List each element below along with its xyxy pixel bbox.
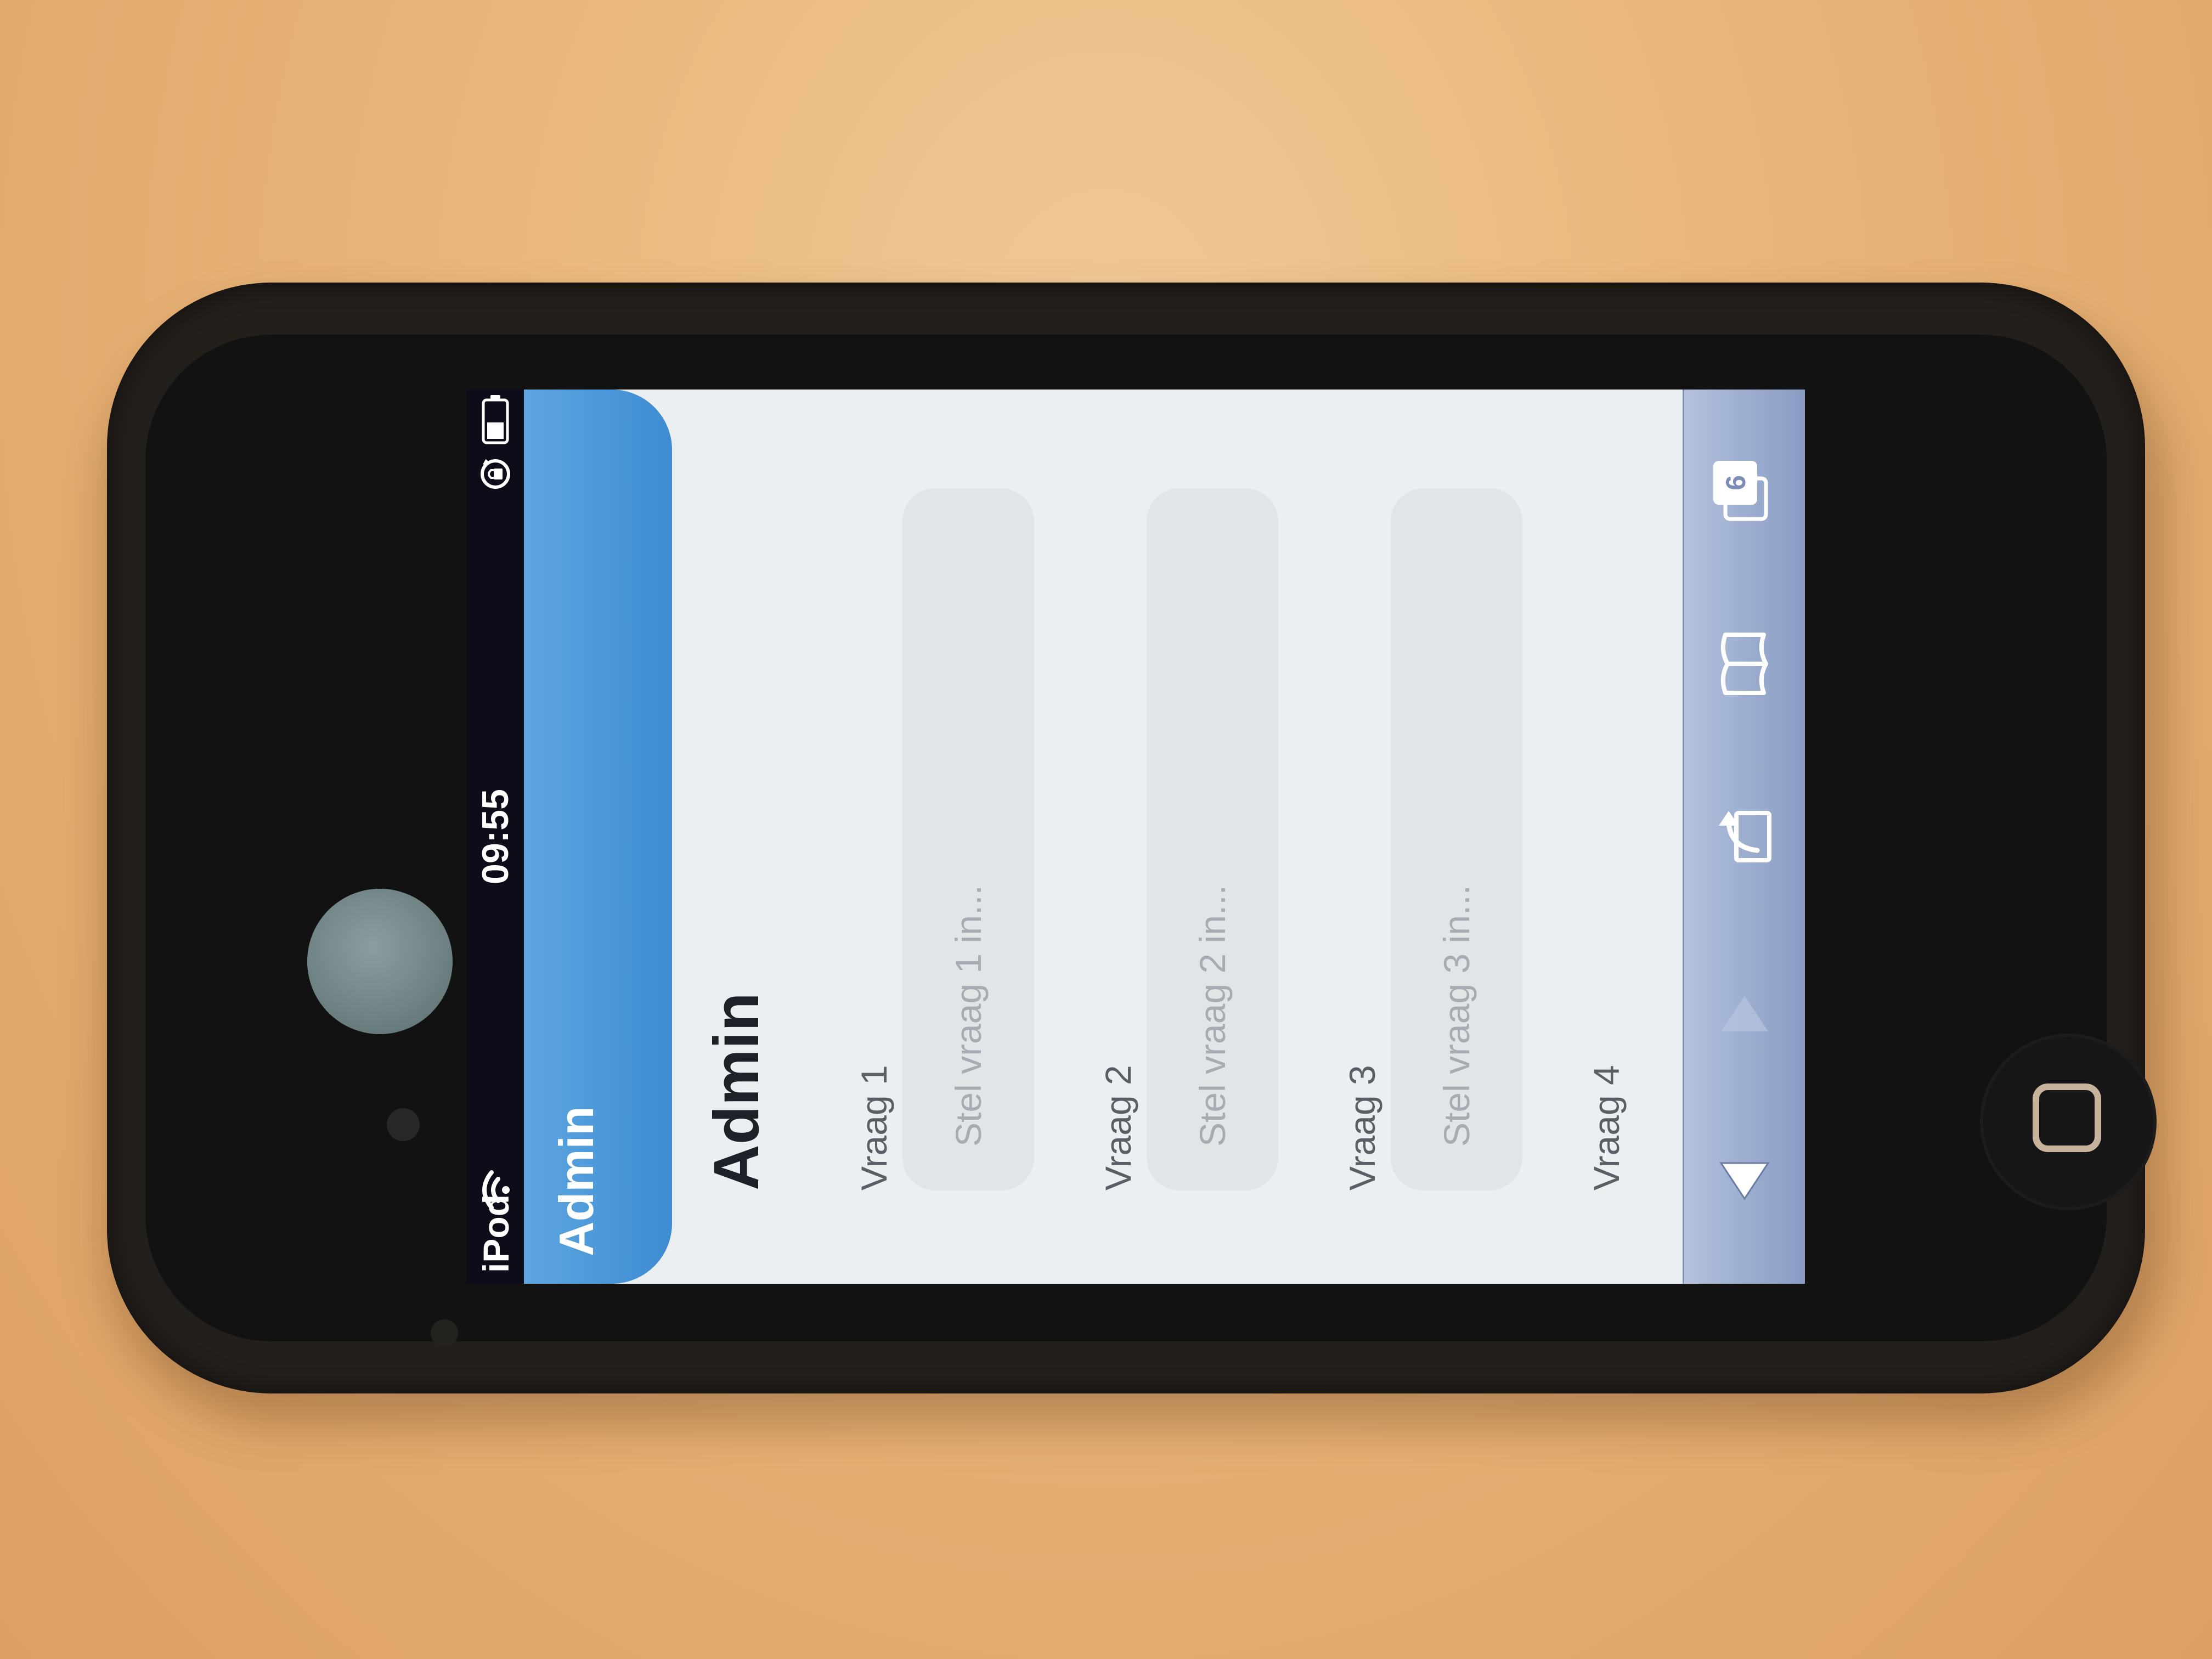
question-2-placeholder: Stel vraag 2 in... xyxy=(1192,885,1233,1147)
tabs-icon[interactable]: 6 xyxy=(1709,455,1780,527)
question-1-label: Vraag 1 xyxy=(854,1065,894,1190)
question-3-input[interactable]: Stel vraag 3 in... xyxy=(1391,488,1522,1190)
status-bar: iPod 09:55 xyxy=(466,390,524,1284)
question-2-label: Vraag 2 xyxy=(1098,1065,1138,1190)
safari-ui: iPod 09:55 Admin Admin Vraag 1 Stel vraa… xyxy=(466,390,1805,1284)
question-2-input[interactable]: Stel vraag 2 in... xyxy=(1147,488,1278,1190)
tab-count: 6 xyxy=(1720,475,1751,490)
nav-title: Admin xyxy=(549,1106,603,1256)
question-1-input[interactable]: Stel vraag 1 in... xyxy=(902,488,1034,1190)
back-arrow-icon[interactable] xyxy=(1709,1147,1780,1218)
question-3-label: Vraag 3 xyxy=(1342,1065,1383,1190)
admin-form: Admin Vraag 1 Stel vraag 1 in... Vraag 2… xyxy=(672,390,1687,1284)
safari-toolbar: 6 xyxy=(1683,390,1805,1284)
question-4-label: Vraag 4 xyxy=(1586,1065,1627,1190)
page-title: Admin xyxy=(701,992,772,1190)
home-button[interactable] xyxy=(2033,1084,2101,1152)
question-1-placeholder: Stel vraag 1 in... xyxy=(948,885,989,1147)
question-3-placeholder: Stel vraag 3 in... xyxy=(1436,885,1477,1147)
status-time: 09:55 xyxy=(475,789,516,884)
forward-arrow-icon[interactable] xyxy=(1709,977,1780,1048)
proximity-sensor xyxy=(387,1108,420,1141)
light-sensor xyxy=(431,1319,458,1347)
battery-icon xyxy=(482,394,509,444)
front-camera xyxy=(307,889,453,1034)
navigation-bar: Admin xyxy=(524,390,672,1284)
share-icon[interactable] xyxy=(1709,801,1780,872)
rotation-lock-icon xyxy=(478,457,512,491)
bookmarks-icon[interactable] xyxy=(1709,628,1780,699)
device-screen: iPod 09:55 Admin Admin Vraag 1 Stel vraa… xyxy=(466,390,1805,1284)
